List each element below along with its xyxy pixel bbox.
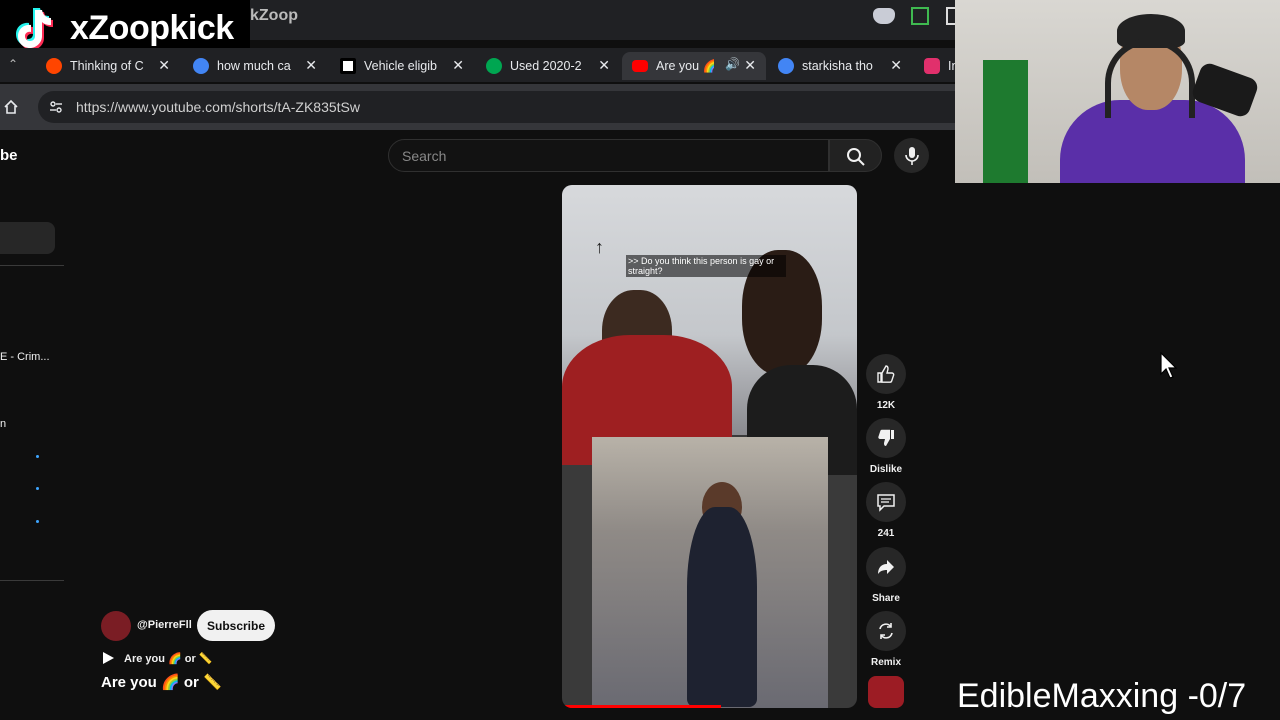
thumbs-down-icon: [878, 429, 894, 446]
voice-search-button[interactable]: [894, 138, 929, 173]
remix-label: Remix: [870, 657, 901, 668]
youtube-favicon-icon: [632, 60, 648, 72]
tab-label: Thinking of C: [70, 59, 144, 73]
instagram-favicon-icon: [924, 58, 940, 74]
live-dot-icon: [36, 520, 39, 523]
tab-close-icon[interactable]: ✕: [452, 57, 464, 74]
sidebar-divider: [0, 580, 64, 581]
streamer-brand-text: xZoopkick: [70, 9, 234, 47]
audio-playing-icon[interactable]: 🔊: [725, 57, 740, 71]
tab-label: Vehicle eligib: [364, 59, 437, 73]
tab-search-chevron-icon[interactable]: ⌃: [8, 57, 18, 71]
video-inset-image: [592, 437, 828, 708]
tab-youtube-active[interactable]: Are you 🌈 🔊 ✕: [622, 52, 766, 80]
tab-close-icon[interactable]: ✕: [890, 57, 902, 74]
video-caption: >> Do you think this person is gay or st…: [626, 255, 786, 277]
search-button[interactable]: [829, 139, 882, 172]
reddit-favicon-icon: [46, 58, 62, 74]
remix-icon: [879, 623, 893, 639]
webcam-feed: [955, 0, 1280, 183]
headphones-icon: [1105, 38, 1195, 118]
browser-tab-strip: ⌃ Thinking of C ✕ how much ca ✕ Vehicle …: [0, 48, 956, 82]
tab-starkisha[interactable]: starkisha tho ✕: [768, 52, 912, 80]
like-count: 12K: [876, 400, 896, 411]
tab-label: how much ca: [217, 59, 291, 73]
discord-icon[interactable]: [873, 8, 895, 24]
live-dot-icon: [36, 487, 39, 490]
tab-label: Are you 🌈: [656, 58, 714, 73]
tab-label: Used 2020-2: [510, 59, 582, 73]
window-title: kZoop: [250, 7, 298, 24]
tab-close-icon[interactable]: ✕: [744, 57, 756, 74]
mouse-cursor-icon: [1160, 352, 1178, 379]
live-dot-icon: [36, 455, 39, 458]
tab-close-icon[interactable]: ✕: [598, 57, 610, 74]
search-icon: [847, 148, 865, 166]
channel-name[interactable]: @PierreFll: [137, 619, 192, 631]
thumbs-up-icon: [877, 365, 895, 383]
tab-how-much[interactable]: how much ca ✕: [183, 52, 327, 80]
subscribe-button[interactable]: Subscribe: [197, 610, 275, 641]
channel-avatar[interactable]: [101, 611, 131, 641]
tab-close-icon[interactable]: ✕: [305, 57, 317, 74]
sidebar-item-selected[interactable]: [0, 222, 55, 254]
video-progress-bar[interactable]: [562, 705, 722, 708]
short-video-player[interactable]: ↑ >> Do you think this person is gay or …: [562, 185, 857, 708]
share-button[interactable]: Share: [866, 547, 906, 604]
address-bar[interactable]: https://www.youtube.com/shorts/tA-ZK835t…: [38, 91, 956, 123]
stream-overlay-text: EdibleMaxxing -0/7: [957, 677, 1247, 715]
sidebar-divider: [0, 265, 64, 266]
google-favicon-icon: [778, 58, 794, 74]
comment-icon: [877, 494, 895, 512]
tab-used-2020[interactable]: Used 2020-2 ✕: [476, 52, 620, 80]
play-icon: [103, 652, 114, 664]
tiktok-icon: [16, 8, 53, 50]
url-text[interactable]: https://www.youtube.com/shorts/tA-ZK835t…: [76, 99, 360, 115]
sidebar-item-label[interactable]: E - Crim...: [0, 351, 50, 363]
tab-label: starkisha tho: [802, 59, 873, 73]
comment-count: 241: [877, 528, 895, 539]
related-video-title[interactable]: Are you 🌈 or 📏: [124, 652, 213, 665]
youtube-logo[interactable]: be: [0, 147, 18, 164]
microphone-icon: [905, 147, 919, 165]
site-settings-icon[interactable]: [48, 99, 64, 115]
arrow-sign-icon: ↑: [595, 237, 604, 257]
share-icon: [878, 560, 894, 574]
search-placeholder: Search: [402, 148, 447, 164]
video-title: Are you 🌈 or 📏: [101, 674, 222, 691]
site-favicon-icon: [340, 58, 356, 74]
tab-thinking[interactable]: Thinking of C ✕: [36, 52, 180, 80]
google-favicon-icon: [193, 58, 209, 74]
sound-thumbnail[interactable]: [868, 676, 904, 708]
sidebar-item-label[interactable]: n: [0, 418, 6, 430]
site-favicon-icon: [486, 58, 502, 74]
remix-button[interactable]: Remix: [866, 611, 906, 668]
dislike-button[interactable]: Dislike: [866, 418, 906, 475]
like-button[interactable]: 12K: [866, 354, 906, 411]
dislike-label: Dislike: [869, 464, 903, 475]
share-label: Share: [872, 593, 900, 604]
sign-in-icon[interactable]: [911, 7, 929, 25]
search-input[interactable]: Search: [388, 139, 829, 172]
home-icon[interactable]: [3, 99, 19, 115]
tab-close-icon[interactable]: ✕: [158, 57, 170, 74]
tab-vehicle-eligibility[interactable]: Vehicle eligib ✕: [330, 52, 474, 80]
comments-button[interactable]: 241: [866, 482, 906, 539]
video-inset-person-body: [687, 507, 757, 707]
tab-instagram[interactable]: In: [914, 52, 956, 80]
webcam-flag: [983, 60, 1028, 183]
